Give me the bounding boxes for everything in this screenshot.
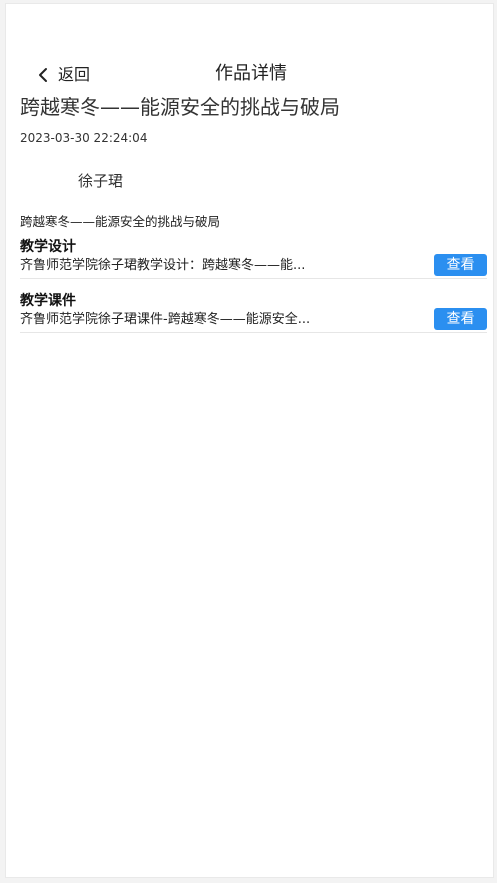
view-teaching-design-button[interactable]: 查看 [434, 254, 487, 276]
resource-label: 教学课件 [20, 293, 76, 309]
page-title: 作品详情 [215, 63, 287, 84]
app-screen: 返回 作品详情 跨越寒冬——能源安全的挑战与破局 2023-03-30 22:2… [6, 4, 493, 877]
resource-name: 齐鲁师范学院徐子珺教学设计：跨越寒冬——能... [20, 258, 306, 273]
work-subtitle: 跨越寒冬——能源安全的挑战与破局 [20, 214, 221, 229]
back-label: 返回 [58, 65, 91, 84]
chevron-left-icon [34, 66, 52, 84]
view-courseware-button[interactable]: 查看 [434, 308, 487, 330]
nav-header: 返回 作品详情 [6, 62, 493, 98]
resource-name: 齐鲁师范学院徐子珺课件-跨越寒冬——能源安全... [20, 312, 311, 327]
author-name: 徐子珺 [78, 172, 124, 190]
resource-label: 教学设计 [20, 239, 76, 255]
resource-item-courseware: 教学课件 齐鲁师范学院徐子珺课件-跨越寒冬——能源安全... 查看 [20, 290, 487, 333]
back-button[interactable]: 返回 [34, 66, 90, 84]
resource-item-teaching-design: 教学设计 齐鲁师范学院徐子珺教学设计：跨越寒冬——能... 查看 [20, 236, 487, 279]
work-title: 跨越寒冬——能源安全的挑战与破局 [20, 95, 340, 119]
publish-timestamp: 2023-03-30 22:24:04 [20, 131, 148, 145]
